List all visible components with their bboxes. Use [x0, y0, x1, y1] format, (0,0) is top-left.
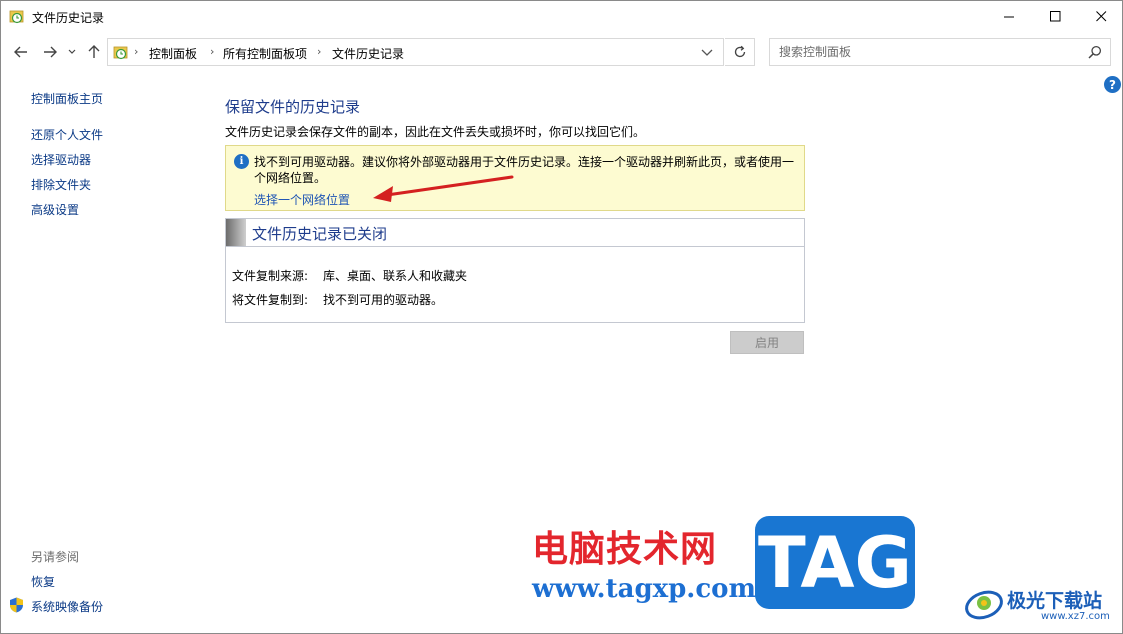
- arrow-left-icon: [14, 46, 27, 58]
- up-button[interactable]: [85, 40, 103, 64]
- sidebar-item-restore-files[interactable]: 还原个人文件: [31, 126, 103, 143]
- close-button[interactable]: [1078, 1, 1122, 32]
- watermark-site-name: 极光下载站: [1007, 590, 1103, 612]
- select-network-location-link[interactable]: 选择一个网络位置: [254, 191, 350, 208]
- search-icon[interactable]: [1088, 45, 1102, 59]
- status-indicator: [226, 219, 246, 246]
- see-also-system-image-backup[interactable]: 系统映像备份: [31, 598, 103, 615]
- watermark-text: 电脑技术网: [532, 529, 718, 570]
- breadcrumb-separator-icon[interactable]: ›: [134, 45, 138, 58]
- copy-to-row: 将文件复制到: 找不到可用的驱动器。: [232, 291, 443, 308]
- close-icon: [1095, 11, 1106, 22]
- chevron-down-icon[interactable]: [698, 44, 716, 60]
- breadcrumb-separator-icon[interactable]: ›: [317, 45, 321, 58]
- help-icon[interactable]: ?: [1104, 76, 1121, 93]
- maximize-button[interactable]: [1032, 1, 1078, 32]
- status-header: 文件历史记录已关闭: [226, 219, 804, 247]
- breadcrumb-separator-icon[interactable]: ›: [210, 45, 214, 58]
- status-title: 文件历史记录已关闭: [252, 225, 388, 243]
- title-bar: 文件历史记录: [1, 1, 1122, 32]
- see-also-recovery[interactable]: 恢复: [31, 573, 55, 590]
- copy-to-value: 找不到可用的驱动器。: [323, 293, 444, 307]
- search-box[interactable]: [769, 38, 1111, 66]
- window-title: 文件历史记录: [32, 11, 105, 25]
- watermark-url: www.tagxp.com: [532, 574, 757, 604]
- refresh-button[interactable]: [725, 38, 755, 66]
- maximize-icon: [1049, 11, 1060, 22]
- back-button[interactable]: [10, 40, 32, 64]
- address-bar[interactable]: › 控制面板 › 所有控制面板项 › 文件历史记录: [107, 38, 724, 66]
- file-history-window: 文件历史记录 › 控制面板 › 所有控制面板项 › 文件历史记录 搜索控制面板 …: [0, 0, 1123, 634]
- minimize-button[interactable]: [986, 1, 1032, 32]
- sidebar-item-exclude-folders[interactable]: 排除文件夹: [31, 176, 91, 193]
- sidebar-item-home[interactable]: 控制面板主页: [31, 90, 103, 107]
- sidebar-item-select-drive[interactable]: 选择驱动器: [31, 151, 91, 168]
- copy-from-label: 文件复制来源:: [232, 269, 309, 283]
- breadcrumb-file-history[interactable]: 文件历史记录: [332, 45, 404, 62]
- copy-from-row: 文件复制来源: 库、桌面、联系人和收藏夹: [232, 267, 467, 284]
- navigation-bar: › 控制面板 › 所有控制面板项 › 文件历史记录: [1, 35, 1122, 69]
- sidebar-item-advanced-settings[interactable]: 高级设置: [31, 201, 79, 218]
- info-icon: i: [234, 154, 249, 169]
- control-panel-icon: [113, 46, 128, 60]
- forward-button[interactable]: [39, 40, 61, 64]
- page-title: 保留文件的历史记录: [225, 98, 361, 116]
- breadcrumb-all-items[interactable]: 所有控制面板项: [223, 45, 307, 62]
- enable-button[interactable]: 启用: [730, 331, 804, 354]
- info-message: 找不到可用驱动器。建议你将外部驱动器用于文件历史记录。连接一个驱动器并刷新此页，…: [254, 155, 795, 185]
- arrow-up-icon: [88, 45, 100, 58]
- aurora-logo-icon: [965, 590, 1003, 620]
- chevron-down-icon: [68, 49, 76, 54]
- minimize-icon: [1003, 16, 1014, 18]
- breadcrumb-control-panel[interactable]: 控制面板: [149, 45, 197, 62]
- search-input[interactable]: [770, 39, 1080, 65]
- recent-locations-button[interactable]: [65, 40, 79, 64]
- status-panel: 文件历史记录已关闭 文件复制来源: 库、桌面、联系人和收藏夹 将文件复制到: 找…: [225, 218, 805, 323]
- see-also-label: 另请参阅: [31, 550, 80, 564]
- arrow-right-icon: [44, 46, 57, 58]
- page-description: 文件历史记录会保存文件的副本，因此在文件丢失或损坏时，你可以找回它们。: [225, 125, 646, 139]
- watermark-tag-logo: TAG: [755, 516, 915, 609]
- copy-from-value: 库、桌面、联系人和收藏夹: [323, 269, 468, 283]
- annotation-arrow-icon: [373, 175, 514, 202]
- file-history-icon: [9, 10, 24, 24]
- shield-icon: [10, 597, 23, 613]
- watermark-site-url: www.xz7.com: [1041, 611, 1110, 622]
- refresh-icon: [734, 45, 745, 58]
- copy-to-label: 将文件复制到:: [232, 293, 309, 307]
